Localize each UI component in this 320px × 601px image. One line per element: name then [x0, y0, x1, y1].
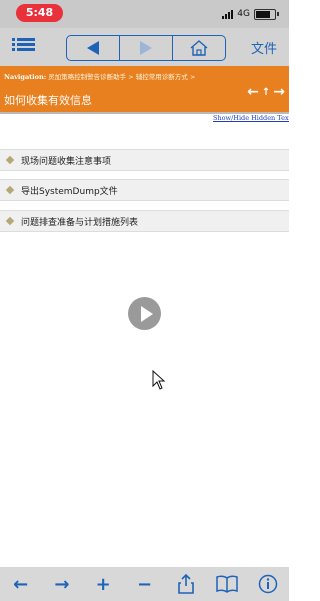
info-icon[interactable] — [253, 571, 283, 597]
breadcrumb-label: Navigation: — [4, 73, 47, 81]
book-icon[interactable] — [212, 571, 242, 597]
document-button[interactable]: 文件 — [251, 38, 277, 57]
topic-item[interactable]: 导出SystemDump文件 — [0, 179, 289, 201]
list-menu-icon[interactable] — [12, 38, 36, 56]
forward-arrow-icon[interactable]: → — [47, 571, 77, 597]
status-bar: 5:48 4G — [0, 0, 289, 28]
bullet-diamond-icon — [5, 216, 15, 226]
top-toolbar: 文件 — [0, 28, 289, 66]
back-button[interactable] — [67, 36, 120, 60]
topic-navigation: ← ↑ → — [247, 84, 285, 100]
share-icon[interactable] — [171, 571, 201, 597]
previous-topic-icon[interactable]: ← — [247, 84, 259, 100]
home-icon — [190, 40, 208, 56]
navigation-segmented-control — [66, 35, 226, 61]
topic-item[interactable]: 现场问题收集注意事项 — [0, 149, 289, 171]
forward-arrow-icon — [140, 41, 152, 55]
topic-label: 问题排查准备与计划措施列表 — [21, 217, 139, 228]
back-arrow-icon[interactable]: ← — [6, 571, 36, 597]
topic-label: 导出SystemDump文件 — [21, 186, 118, 197]
zoom-in-icon[interactable]: + — [88, 571, 118, 597]
parent-topic-icon[interactable]: ↑ — [262, 87, 270, 98]
zoom-out-icon[interactable]: − — [129, 571, 159, 597]
status-time: 5:48 — [16, 4, 63, 22]
battery-tip — [277, 12, 279, 16]
status-indicators: 4G — [222, 6, 279, 22]
forward-button[interactable] — [120, 36, 173, 60]
network-type: 4G — [237, 9, 250, 19]
back-arrow-icon — [87, 41, 99, 55]
breadcrumb: Navigation: 灵加策略控制警告诊断助手 > 辅控常用诊断方式 > — [4, 71, 195, 81]
bottom-toolbar: ← → + − — [0, 567, 289, 601]
topic-label: 现场问题收集注意事项 — [21, 156, 112, 167]
signal-icon — [222, 9, 234, 19]
navigation-bar: Navigation: 灵加策略控制警告诊断助手 > 辅控常用诊断方式 > 如何… — [0, 66, 289, 112]
bullet-diamond-icon — [5, 155, 15, 165]
next-topic-icon[interactable]: → — [273, 84, 285, 100]
bullet-diamond-icon — [5, 185, 15, 195]
play-icon[interactable] — [128, 297, 161, 330]
page-title: 如何收集有效信息 — [4, 94, 92, 107]
topic-item[interactable]: 问题排查准备与计划措施列表 — [0, 210, 289, 232]
home-button[interactable] — [173, 36, 225, 60]
mouse-cursor-icon — [152, 370, 166, 390]
breadcrumb-path[interactable]: 灵加策略控制警告诊断助手 > 辅控常用诊断方式 > — [48, 73, 195, 81]
show-hide-hidden-text-link[interactable]: Show/Hide Hidden Text — [213, 114, 289, 122]
battery-icon — [254, 8, 276, 20]
